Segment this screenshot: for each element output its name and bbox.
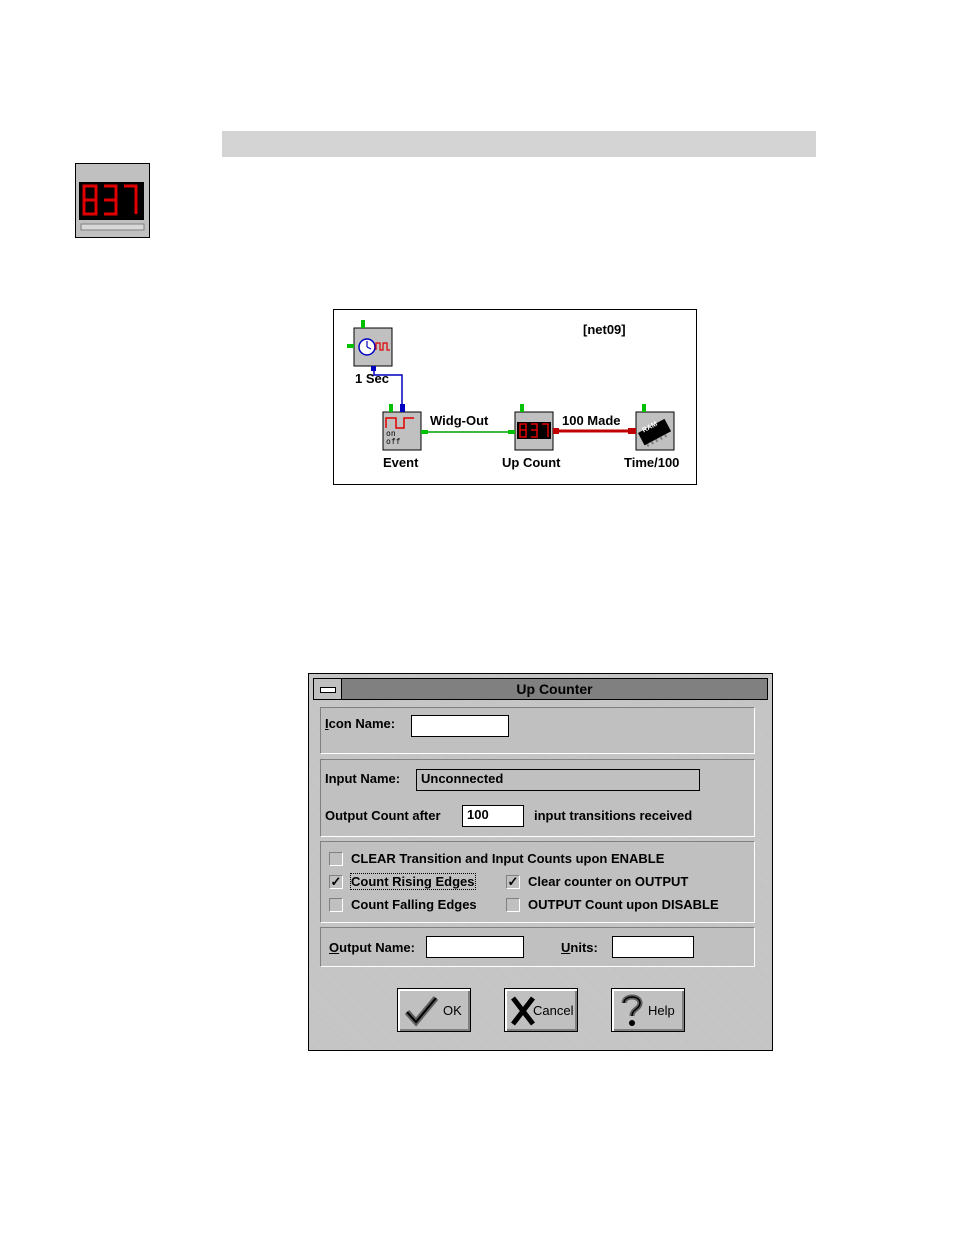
made-label: 100 Made <box>562 413 621 428</box>
dialog-titlebar[interactable]: Up Counter <box>313 678 768 700</box>
help-label: Help <box>648 1003 675 1018</box>
options-group: CLEAR Transition and Input Counts upon E… <box>320 841 755 923</box>
network-tag: [net09] <box>583 322 626 337</box>
up-counter-dialog: Up Counter Icon Name: Input Name: Unconn… <box>308 673 773 1051</box>
cancel-label: Cancel <box>533 1003 574 1018</box>
output-group: Output Name: Units: <box>320 927 755 967</box>
count-falling-label[interactable]: Count Falling Edges <box>351 897 477 912</box>
count-falling-checkbox[interactable] <box>329 898 343 912</box>
output-count-suffix: input transitions received <box>534 808 693 823</box>
system-menu-button[interactable] <box>314 679 342 699</box>
clear-transition-label[interactable]: CLEAR Transition and Input Counts upon E… <box>351 851 664 866</box>
icon-name-label: Icon Name: <box>325 716 396 731</box>
clock-node[interactable] <box>347 320 393 371</box>
icon-name-input[interactable] <box>411 715 509 737</box>
network-diagram: [net09] 1 Sec Widg-Out 100 Made Event Up… <box>333 309 697 485</box>
widg-out-label: Widg-Out <box>430 413 489 428</box>
event-label: Event <box>383 455 419 470</box>
clear-transition-checkbox[interactable] <box>329 852 343 866</box>
system-menu-icon <box>320 687 336 693</box>
checkmark-icon <box>404 996 439 1027</box>
counter-label: Up Count <box>502 455 561 470</box>
output-name-label: Output Name: <box>329 940 415 955</box>
question-mark-icon <box>621 994 643 1026</box>
event-onoff-text: on off <box>386 429 401 446</box>
help-button[interactable]: Help <box>611 988 685 1032</box>
units-label: Units: <box>561 940 598 955</box>
clock-label: 1 Sec <box>355 371 389 386</box>
units-input[interactable] <box>612 936 694 958</box>
cancel-button[interactable]: Cancel <box>504 988 578 1032</box>
output-on-disable-label[interactable]: OUTPUT Count upon DISABLE <box>528 897 719 912</box>
output-name-input[interactable] <box>426 936 524 958</box>
input-name-label: Input Name: <box>325 771 401 786</box>
led-display-icon <box>77 165 148 236</box>
counter-node[interactable] <box>508 404 559 451</box>
count-rising-checkbox[interactable]: ✓ <box>329 875 343 889</box>
ok-button[interactable]: OK <box>397 988 471 1032</box>
output-count-label: Output Count after <box>325 808 441 823</box>
clear-on-output-label[interactable]: Clear counter on OUTPUT <box>528 874 688 889</box>
dialog-title: Up Counter <box>516 681 593 697</box>
clear-on-output-checkbox[interactable]: ✓ <box>506 875 520 889</box>
output-on-disable-checkbox[interactable] <box>506 898 520 912</box>
up-counter-icon <box>75 163 150 238</box>
icon-name-group: Icon Name: <box>320 707 755 754</box>
header-bar <box>222 131 816 157</box>
ok-label: OK <box>443 1003 462 1018</box>
output-count-input[interactable]: 100 <box>462 805 524 827</box>
count-rising-label[interactable]: Count Rising Edges <box>350 873 476 890</box>
input-group: Input Name: Unconnected Output Count aft… <box>320 759 755 837</box>
input-name-field: Unconnected <box>416 769 700 791</box>
timer-label: Time/100 <box>624 455 680 470</box>
